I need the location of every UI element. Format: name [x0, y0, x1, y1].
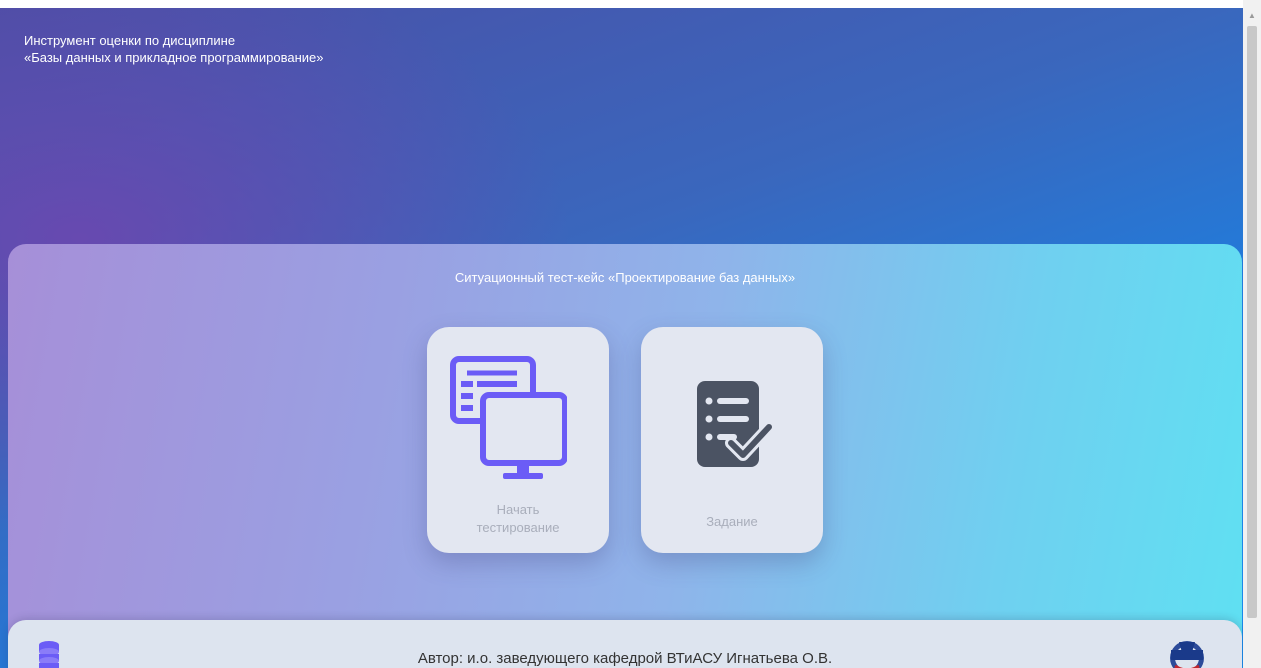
task-card[interactable]: Задание [641, 327, 823, 553]
main-panel: Ситуационный тест-кейс «Проектирование б… [8, 244, 1242, 668]
start-testing-label: Начать тестирование [427, 501, 609, 537]
start-testing-card[interactable]: Начать тестирование [427, 327, 609, 553]
header-line-2: «Базы данных и прикладное программирован… [24, 50, 324, 65]
panel-title: Ситуационный тест-кейс «Проектирование б… [454, 270, 796, 285]
scroll-up-arrow-icon[interactable]: ▲ [1243, 8, 1261, 24]
page-background: Инструмент оценки по дисциплине «Базы да… [0, 8, 1243, 668]
university-logo-icon [1170, 641, 1204, 668]
footer: Автор: и.о. заведующего кафедрой ВТиАСУ … [8, 620, 1242, 668]
header-line-1: Инструмент оценки по дисциплине [24, 33, 236, 48]
monitors-icon [450, 356, 567, 479]
scroll-thumb[interactable] [1247, 26, 1257, 618]
top-edge [0, 0, 1243, 8]
checklist-icon [697, 381, 775, 467]
author-text: Автор: и.о. заведующего кафедрой ВТиАСУ … [417, 650, 833, 667]
header-title: Инструмент оценки по дисциплине «Базы да… [24, 32, 323, 66]
task-label: Задание [706, 514, 758, 529]
start-testing-label-line-1: Начать [496, 502, 540, 517]
vertical-scrollbar[interactable]: ▲ [1243, 0, 1261, 668]
start-testing-label-line-2: тестирование [476, 520, 560, 535]
